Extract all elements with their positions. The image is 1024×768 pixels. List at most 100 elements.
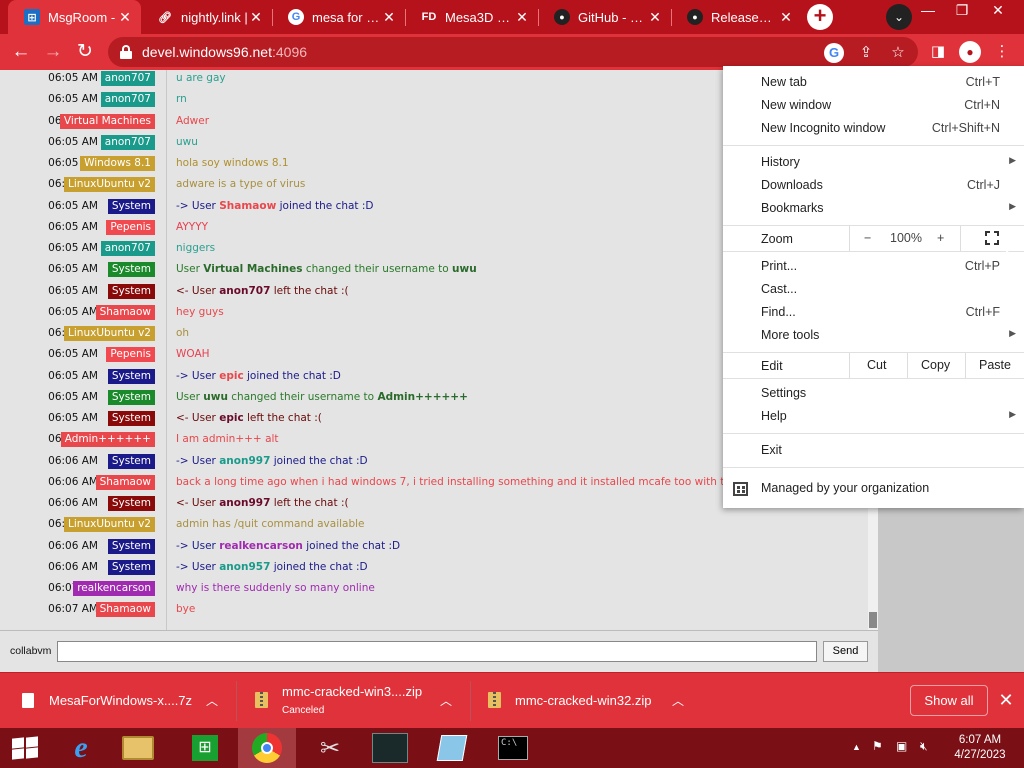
- username-badge[interactable]: anon707: [100, 134, 155, 150]
- menu-new-tab[interactable]: New tab Ctrl+T: [723, 71, 1024, 94]
- side-panel-icon[interactable]: ◨: [926, 40, 950, 64]
- bookmark-star-icon[interactable]: ☆: [888, 43, 908, 63]
- tab-mesa-search[interactable]: G mesa for win ✕: [272, 0, 405, 34]
- username-badge[interactable]: Windows 8.1: [80, 156, 155, 171]
- menu-history[interactable]: History ▶: [723, 151, 1024, 174]
- username-badge[interactable]: anon707: [100, 92, 155, 108]
- username-badge[interactable]: System: [107, 198, 155, 214]
- tab-releases[interactable]: ● Releases · pa ✕: [671, 0, 802, 34]
- username-badge[interactable]: System: [107, 559, 155, 575]
- username-badge[interactable]: anon707: [100, 241, 155, 256]
- network-app-icon[interactable]: [365, 728, 415, 768]
- close-icon[interactable]: ✕: [647, 9, 663, 26]
- flag-icon[interactable]: ⚑: [872, 739, 883, 753]
- username-badge[interactable]: realkencarson: [73, 581, 155, 596]
- system-clock[interactable]: 6:07 AM 4/27/2023: [948, 733, 1012, 763]
- url-text[interactable]: devel.windows96.net:4096: [142, 44, 307, 60]
- username-badge[interactable]: System: [107, 411, 155, 426]
- menu-managed[interactable]: Managed by your organization: [723, 477, 1024, 500]
- username-badge[interactable]: System: [107, 262, 155, 278]
- tab-nightly-link[interactable]: 🔗︎ nightly.link | ✕: [141, 0, 272, 34]
- username-badge[interactable]: Admin++++++: [60, 432, 155, 448]
- close-icon[interactable]: ✕: [996, 689, 1016, 711]
- username-badge[interactable]: LinuxUbuntu v2: [64, 517, 155, 533]
- paste-button[interactable]: Paste: [979, 358, 1011, 372]
- username-badge[interactable]: System: [107, 496, 155, 511]
- chevron-up-icon[interactable]: ︿: [440, 692, 452, 709]
- chat-message-input[interactable]: [57, 641, 817, 662]
- restore-button[interactable]: ❐: [946, 2, 978, 20]
- menu-new-incognito[interactable]: New Incognito window Ctrl+Shift+N: [723, 117, 1024, 140]
- username-badge[interactable]: System: [107, 368, 155, 384]
- tab-mesa3d[interactable]: FD Mesa3D For ✕: [405, 0, 538, 34]
- menu-settings[interactable]: Settings: [723, 382, 1024, 405]
- minimize-button[interactable]: —: [912, 2, 944, 20]
- menu-find[interactable]: Find... Ctrl+F: [723, 301, 1024, 324]
- chrome-icon[interactable]: [238, 728, 296, 768]
- chevron-up-icon[interactable]: ︿: [672, 692, 684, 709]
- zoom-in-button[interactable]: +: [937, 231, 944, 245]
- username-badge[interactable]: Virtual Machines: [59, 113, 155, 129]
- menu-print[interactable]: Print... Ctrl+P: [723, 255, 1024, 278]
- menu-exit[interactable]: Exit: [723, 439, 1024, 462]
- copy-button[interactable]: Copy: [921, 358, 950, 372]
- username-badge[interactable]: LinuxUbuntu v2: [64, 177, 155, 193]
- menu-bookmarks[interactable]: Bookmarks ▶: [723, 197, 1024, 220]
- share-icon[interactable]: ⇪: [856, 43, 876, 63]
- username-badge[interactable]: System: [107, 283, 155, 299]
- cut-button[interactable]: Cut: [867, 358, 886, 372]
- username-badge[interactable]: LinuxUbuntu v2: [64, 326, 155, 341]
- close-icon[interactable]: ✕: [381, 9, 397, 26]
- download-item[interactable]: MesaForWindows-x....7z ︿: [22, 673, 232, 729]
- username-badge[interactable]: System: [107, 538, 155, 554]
- start-button[interactable]: [0, 728, 50, 768]
- fullscreen-icon[interactable]: [985, 231, 999, 245]
- kebab-menu-icon[interactable]: ⋮: [990, 40, 1014, 64]
- send-button[interactable]: Send: [823, 641, 868, 662]
- close-window-button[interactable]: ✕: [982, 2, 1014, 20]
- username-badge[interactable]: System: [107, 453, 155, 469]
- profile-avatar-icon[interactable]: ●: [959, 41, 981, 63]
- chevron-up-icon[interactable]: ︿: [206, 692, 218, 709]
- username-badge[interactable]: Shamaow: [95, 602, 155, 618]
- tab-search-button[interactable]: ⌄: [886, 4, 912, 30]
- scrollbar-thumb[interactable]: [869, 612, 877, 628]
- google-lens-icon[interactable]: G: [824, 43, 844, 63]
- menu-help[interactable]: Help ▶: [723, 405, 1024, 428]
- address-bar[interactable]: devel.windows96.net:4096 G ⇪ ☆: [108, 37, 918, 67]
- username-badge[interactable]: Shamaow: [95, 474, 155, 490]
- download-item[interactable]: mmc-cracked-win3....zip Canceled ︿: [255, 673, 465, 729]
- username-badge[interactable]: anon707: [100, 71, 155, 86]
- username-badge[interactable]: System: [107, 389, 155, 405]
- show-all-button[interactable]: Show all: [910, 685, 988, 716]
- zoom-out-button[interactable]: −: [864, 231, 871, 245]
- username-badge[interactable]: Pepenis: [106, 219, 155, 235]
- close-icon[interactable]: ✕: [778, 9, 794, 26]
- tab-github[interactable]: ● GitHub - pal ✕: [538, 0, 671, 34]
- file-explorer-icon[interactable]: [113, 728, 163, 768]
- close-icon[interactable]: ✕: [248, 9, 264, 26]
- snipping-tool-icon[interactable]: ✂: [305, 728, 355, 768]
- back-button[interactable]: ←: [8, 40, 34, 64]
- new-tab-button[interactable]: +: [807, 4, 833, 30]
- download-item[interactable]: mmc-cracked-win32.zip ︿: [488, 673, 698, 729]
- command-prompt-icon[interactable]: C:\: [488, 728, 538, 768]
- volume-muted-icon[interactable]: 🔇︎: [920, 739, 928, 754]
- close-icon[interactable]: ✕: [117, 9, 133, 26]
- chevron-up-icon[interactable]: ▲: [852, 742, 861, 752]
- network-icon[interactable]: ▣: [896, 739, 907, 753]
- lock-icon[interactable]: [120, 45, 132, 59]
- username-badge[interactable]: Pepenis: [106, 347, 155, 363]
- notepad-icon[interactable]: [427, 728, 477, 768]
- tab-msgroom[interactable]: ⊞ MsgRoom - ✕: [8, 0, 141, 34]
- username-badge[interactable]: Shamaow: [95, 304, 155, 320]
- menu-more-tools[interactable]: More tools ▶: [723, 324, 1024, 347]
- internet-explorer-icon[interactable]: e: [56, 728, 106, 768]
- reload-button[interactable]: ↻: [72, 40, 98, 64]
- store-icon[interactable]: ⊞: [180, 728, 230, 768]
- menu-cast[interactable]: Cast...: [723, 278, 1024, 301]
- menu-downloads[interactable]: Downloads Ctrl+J: [723, 174, 1024, 197]
- menu-new-window[interactable]: New window Ctrl+N: [723, 94, 1024, 117]
- forward-button[interactable]: →: [40, 40, 66, 64]
- close-icon[interactable]: ✕: [514, 9, 530, 26]
